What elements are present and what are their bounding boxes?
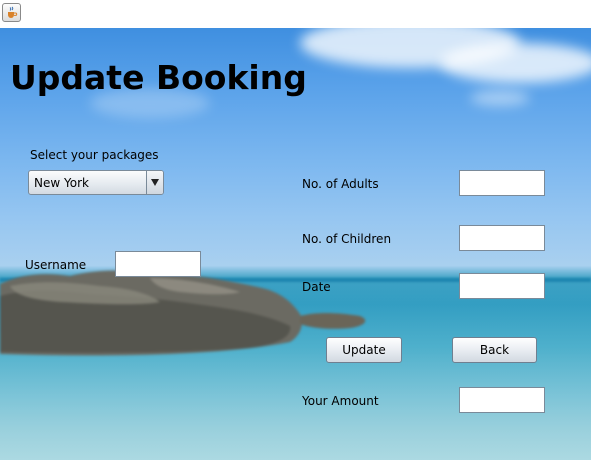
date-field[interactable] [459, 273, 545, 299]
adults-label: No. of Adults [302, 177, 379, 191]
package-selected-value: New York [34, 176, 89, 190]
update-button[interactable]: Update [326, 337, 402, 363]
username-field[interactable] [115, 251, 201, 277]
booking-window: Update Booking Select your packages New … [0, 0, 591, 462]
package-dropdown[interactable]: New York [28, 170, 164, 195]
children-field[interactable] [459, 225, 545, 251]
children-label: No. of Children [302, 232, 392, 246]
back-button[interactable]: Back [452, 337, 537, 363]
date-label: Date [302, 280, 331, 294]
username-label: Username [25, 258, 87, 272]
title-bar [0, 0, 591, 28]
adults-field[interactable] [459, 170, 545, 196]
amount-field[interactable] [459, 387, 545, 413]
page-title: Update Booking [10, 58, 307, 97]
java-cup-icon[interactable] [2, 3, 21, 22]
packages-label: Select your packages [30, 148, 159, 162]
background-panel: Update Booking Select your packages New … [0, 28, 591, 460]
dropdown-arrow-icon[interactable] [146, 171, 163, 194]
amount-label: Your Amount [302, 394, 379, 408]
